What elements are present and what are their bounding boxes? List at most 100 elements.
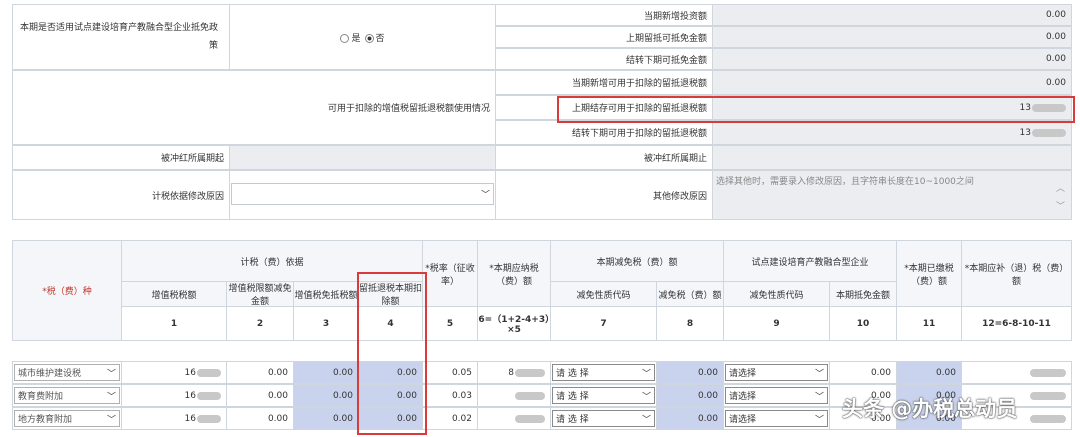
reduction-code-select[interactable]: 请 选 择 ﹀: [552, 410, 655, 427]
vat-free-amount[interactable]: 0.00: [293, 407, 359, 430]
reduction-amount[interactable]: 0.00: [656, 407, 724, 430]
redaction-blur: [515, 414, 545, 423]
vat-exempt-amount[interactable]: 0.00: [226, 361, 294, 384]
carry-credit-label: 结转下期可抵免金额: [495, 48, 713, 70]
refund-deduction-amount[interactable]: 0.00: [358, 407, 423, 430]
tax-rate: 0.03: [422, 384, 478, 407]
reduction-code-cell: 请 选 择 ﹀: [550, 384, 657, 407]
reduction-code-select[interactable]: 请 选 择 ﹀: [552, 364, 655, 381]
reduction-code-cell: 请 选 择 ﹀: [550, 407, 657, 430]
chevron-down-icon: ﹀: [814, 415, 824, 425]
reduction-code-value: 请 选 择: [556, 369, 589, 379]
redaction-blur: [1030, 414, 1066, 423]
tax-type-select[interactable]: 教育费附加 ﹀: [14, 387, 120, 404]
radio-no[interactable]: 否: [364, 31, 385, 44]
chevron-down-icon: ﹀: [106, 369, 116, 379]
reduction-code-value: 请 选 择: [556, 415, 589, 425]
header-rate: *税率（征收率）: [422, 240, 478, 307]
reduction-code-select[interactable]: 请 选 择 ﹀: [552, 387, 655, 404]
chevron-down-icon: ﹀: [814, 369, 824, 379]
redaction-blur: [1030, 368, 1066, 377]
index-col-12: 12=6-8-10-11: [961, 306, 1072, 341]
index-col-10: 10: [829, 306, 897, 341]
new-investment-label: 当期新增投资额: [495, 4, 713, 26]
vat-amount[interactable]: 16: [121, 361, 227, 384]
offset-end-input[interactable]: [712, 145, 1072, 170]
header-basis-group: 计税（费）依据: [121, 240, 423, 282]
tax-rate: 0.05: [422, 361, 478, 384]
prior-credit-value[interactable]: 0.00: [712, 26, 1072, 48]
reduction-amount[interactable]: 0.00: [656, 384, 724, 407]
offset-end-label: 被冲红所属期止: [495, 145, 713, 170]
vat-amount[interactable]: 16: [121, 407, 227, 430]
pilot-code-select[interactable]: 请选择 ﹀: [725, 364, 828, 381]
header-due: *本期应补（退）税（费）额: [961, 240, 1072, 307]
header-reduction-code: 减免性质代码: [550, 281, 657, 307]
paid-amount[interactable]: 0.00: [896, 361, 962, 384]
tax-rate: 0.02: [422, 407, 478, 430]
radio-yes[interactable]: 是: [340, 31, 361, 44]
chevron-down-icon: ﹀: [641, 392, 651, 402]
other-reason-placeholder: 选择其他时，需要录入修改原因，且字符串长度在10~1000之间: [716, 177, 974, 187]
tax-type-select[interactable]: 地方教育附加 ﹀: [14, 410, 120, 427]
basis-change-select[interactable]: ﹀: [231, 183, 494, 205]
header-tax-type: *税（费）种: [12, 240, 122, 341]
index-col-2: 2: [226, 306, 294, 341]
other-reason-textarea[interactable]: 选择其他时，需要录入修改原因，且字符串长度在10~1000之间 ︿ ﹀: [712, 170, 1072, 220]
new-investment-value[interactable]: 0.00: [712, 4, 1072, 26]
tax-type-select[interactable]: 城市维护建设税 ﹀: [14, 364, 120, 381]
scroll-up-icon[interactable]: ︿: [1056, 181, 1065, 194]
pilot-radio-group: 是 否: [229, 4, 496, 70]
refund-deduction-amount[interactable]: 0.00: [358, 384, 423, 407]
other-reason-label: 其他修改原因: [495, 170, 713, 220]
refund-deduction-amount[interactable]: 0.00: [358, 361, 423, 384]
chevron-down-icon: ﹀: [480, 190, 490, 201]
index-col-6: 6=（1+2-4+3）×5: [477, 306, 551, 341]
header-vat: 增值税税额: [121, 281, 227, 307]
pilot-code-value: 请选择: [729, 392, 757, 402]
index-col-3: 3: [293, 306, 359, 341]
header-payable: *本期应纳税（费）额: [477, 240, 551, 307]
pilot-amount: 0.00: [829, 361, 897, 384]
basis-change-label: 计税依据修改原因: [12, 170, 230, 220]
new-refund-value[interactable]: 0.00: [712, 70, 1072, 95]
prior-refund-value[interactable]: 13: [712, 95, 1072, 120]
redaction-blur: [515, 391, 545, 400]
index-col-9: 9: [723, 306, 830, 341]
vat-amount-text: 16: [184, 390, 196, 401]
pilot-code-cell: 请选择 ﹀: [723, 361, 830, 384]
vat-exempt-amount[interactable]: 0.00: [226, 384, 294, 407]
header-vat-free: 增值税免抵税额: [293, 281, 359, 307]
prior-refund-label: 上期结存可用于扣除的留抵退税额: [495, 95, 713, 120]
carry-credit-value[interactable]: 0.00: [712, 48, 1072, 70]
reduction-code-cell: 请 选 择 ﹀: [550, 361, 657, 384]
chevron-down-icon: ﹀: [106, 415, 116, 425]
tax-type-value: 城市维护建设税: [18, 369, 82, 379]
vat-exempt-amount[interactable]: 0.00: [226, 407, 294, 430]
vat-free-amount[interactable]: 0.00: [293, 384, 359, 407]
payable-amount: [477, 407, 551, 430]
prior-refund-amount: 13: [1019, 102, 1031, 113]
pilot-code-cell: 请选择 ﹀: [723, 407, 830, 430]
pilot-question-label: 本期是否适用试点建设培育产教融合型企业抵免政策: [12, 4, 230, 70]
offset-start-input[interactable]: [229, 145, 496, 170]
chevron-down-icon: ﹀: [814, 392, 824, 402]
vat-amount-text: 16: [184, 367, 196, 378]
pilot-code-value: 请选择: [729, 369, 757, 379]
header-paid: *本期已缴税（费）额: [896, 240, 962, 307]
vat-amount[interactable]: 16: [121, 384, 227, 407]
header-pilot-group: 试点建设培育产教融合型企业: [723, 240, 897, 282]
new-refund-label: 当期新增可用于扣除的留抵退税额: [495, 70, 713, 95]
pilot-code-select[interactable]: 请选择 ﹀: [725, 387, 828, 404]
header-vat-exempt: 增值税限额减免金额: [226, 281, 294, 307]
redaction-blur: [197, 368, 221, 377]
reduction-amount[interactable]: 0.00: [656, 361, 724, 384]
vat-free-amount[interactable]: 0.00: [293, 361, 359, 384]
prior-credit-label: 上期留抵可抵免金额: [495, 26, 713, 48]
reduction-code-value: 请 选 择: [556, 392, 589, 402]
header-reduction-amt: 减免税（费）额: [656, 281, 724, 307]
carry-refund-value[interactable]: 13: [712, 120, 1072, 145]
chevron-down-icon: ﹀: [106, 392, 116, 402]
scroll-down-icon[interactable]: ﹀: [1056, 199, 1065, 212]
pilot-code-select[interactable]: 请选择 ﹀: [725, 410, 828, 427]
